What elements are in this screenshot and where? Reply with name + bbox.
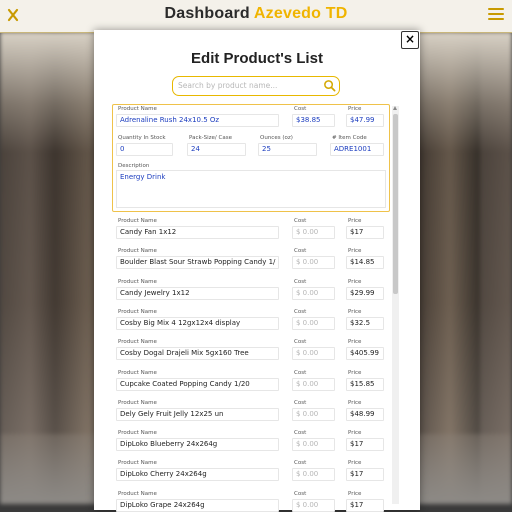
product-name-field[interactable]: Adrenaline Rush 24x10.5 Oz [116,114,279,127]
modal-title: Edit Product's List [191,50,323,67]
price-label: Price [348,370,362,376]
product-name-label: Product Name [118,430,157,436]
cost-label: Cost [294,218,307,224]
cost-label: Cost [294,339,307,345]
cost-field[interactable]: $ 0.00 [292,226,335,239]
product-name-field[interactable]: Cosby Big Mix 4 12gx12x4 display [116,317,279,330]
product-name-field[interactable]: Candy Jewelry 1x12 [116,287,279,300]
cost-label: Cost [294,279,307,285]
product-name-field[interactable]: DipLoko Grape 24x264g [116,499,279,512]
price-label: Price [348,460,362,466]
search-box [172,76,340,96]
cost-label: Cost [294,460,307,466]
product-name-label: Product Name [118,218,157,224]
product-name-field[interactable]: DipLoko Blueberry 24x264g [116,438,279,451]
cost-field[interactable]: $ 0.00 [292,287,335,300]
price-label: Price [348,248,362,254]
price-field[interactable]: $17 [346,226,384,239]
app-title-accent: Azevedo TD [253,5,348,22]
product-name-label: Product Name [118,339,157,345]
product-name-field[interactable]: DipLoko Cherry 24x264g [116,468,279,481]
cost-field[interactable]: $ 0.00 [292,317,335,330]
product-name-label: Product Name [118,248,157,254]
app-title-main: Dashboard [164,5,250,22]
cost-label: Cost [294,309,307,315]
description-label: Description [118,163,150,169]
item-code-field[interactable]: ADRE1001 [330,143,384,156]
cost-label: Cost [294,430,307,436]
cost-field[interactable]: $ 0.00 [292,499,335,512]
product-name-label: Product Name [118,491,157,497]
quantity-field[interactable]: 0 [116,143,173,156]
close-button[interactable]: × [401,31,419,49]
price-field[interactable]: $47.99 [346,114,384,127]
cost-label: Cost [294,491,307,497]
price-label: Price [348,400,362,406]
scrollbar[interactable] [392,106,399,504]
price-field[interactable]: $405.99 [346,347,384,360]
product-name-label: Product Name [118,370,157,376]
price-field[interactable]: $17 [346,499,384,512]
price-label: Price [348,106,362,112]
cost-field[interactable]: $ 0.00 [292,468,335,481]
pack-size-label: Pack-Size/ Case [189,135,232,141]
product-name-label: Product Name [118,106,157,112]
ounces-field[interactable]: 25 [258,143,317,156]
product-name-field[interactable]: Cosby Dogal Drajeli Mix 5gx160 Tree [116,347,279,360]
product-name-label: Product Name [118,279,157,285]
cost-field[interactable]: $ 0.00 [292,347,335,360]
cost-label: Cost [294,370,307,376]
product-name-field[interactable]: Cupcake Coated Popping Candy 1/20 [116,378,279,391]
price-label: Price [348,430,362,436]
product-name-field[interactable]: Dely Gely Fruit Jelly 12x25 un [116,408,279,421]
product-name-field[interactable]: Boulder Blast Sour Strawb Popping Candy … [116,256,279,269]
cost-field[interactable]: $ 0.00 [292,438,335,451]
price-label: Price [348,279,362,285]
price-field[interactable]: $17 [346,468,384,481]
scrollbar-thumb[interactable] [393,114,398,294]
scroll-up-icon[interactable] [393,106,397,110]
hamburger-menu-icon[interactable] [488,8,504,22]
cost-label: Cost [294,106,307,112]
product-name-field[interactable]: Candy Fan 1x12 [116,226,279,239]
app-title: Dashboard Azevedo TD [0,5,512,23]
price-label: Price [348,339,362,345]
price-field[interactable]: $15.85 [346,378,384,391]
description-field[interactable] [116,170,386,208]
cost-field[interactable]: $38.85 [292,114,335,127]
price-label: Price [348,218,362,224]
product-name-label: Product Name [118,309,157,315]
item-code-label: # Item Code [332,135,367,141]
cost-field[interactable]: $ 0.00 [292,408,335,421]
price-field[interactable]: $48.99 [346,408,384,421]
cost-field[interactable]: $ 0.00 [292,378,335,391]
price-field[interactable]: $14.85 [346,256,384,269]
cost-label: Cost [294,248,307,254]
price-field[interactable]: $17 [346,438,384,451]
cost-label: Cost [294,400,307,406]
top-bar: Dashboard Azevedo TD [0,0,512,33]
quantity-label: Quantity In Stock [118,135,166,141]
product-name-label: Product Name [118,400,157,406]
search-icon[interactable] [323,79,336,92]
cost-field[interactable]: $ 0.00 [292,256,335,269]
price-label: Price [348,491,362,497]
pack-size-field[interactable]: 24 [187,143,246,156]
price-field[interactable]: $32.5 [346,317,384,330]
price-field[interactable]: $29.99 [346,287,384,300]
ounces-label: Ounces (oz) [260,135,293,141]
product-name-label: Product Name [118,460,157,466]
search-input[interactable] [178,78,318,92]
price-label: Price [348,309,362,315]
